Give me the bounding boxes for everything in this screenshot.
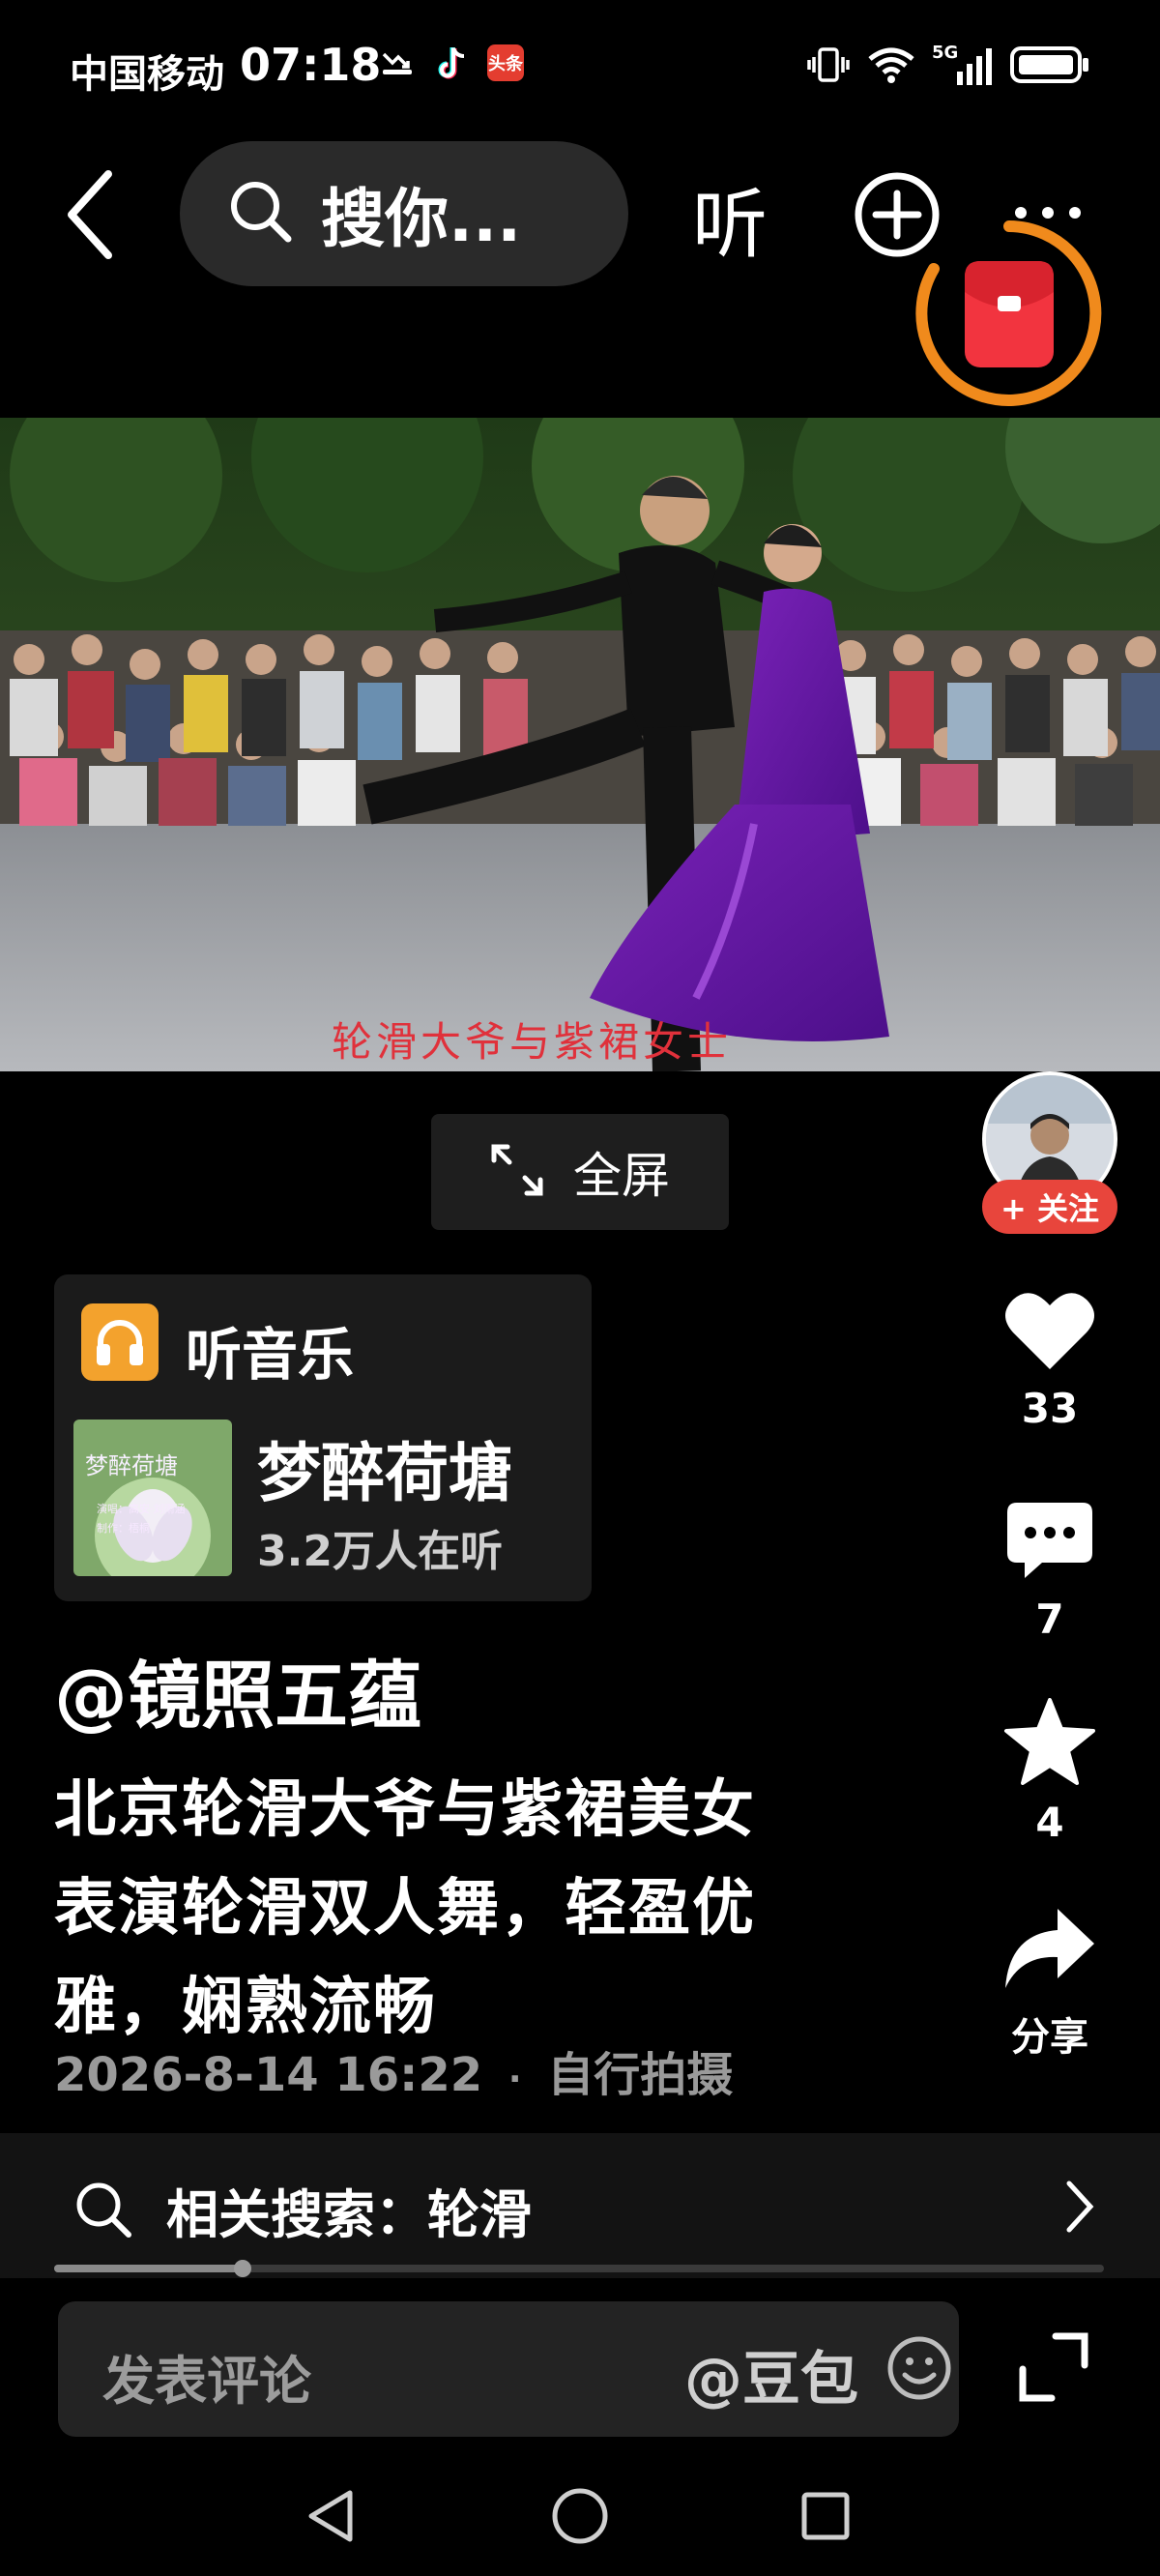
- wifi-icon: [866, 45, 916, 88]
- listener-count: 3.2万人在听: [257, 1527, 503, 1576]
- search-icon: [228, 179, 294, 249]
- nav-home-button[interactable]: [549, 2485, 611, 2547]
- related-search-text: 相关搜索：轮滑: [166, 2184, 532, 2245]
- progress-fill: [54, 2265, 244, 2272]
- missed-call-icon: [379, 44, 416, 81]
- status-bar: 中国移动 07:18 头条 5G: [0, 0, 1160, 135]
- search-placeholder: 搜你...: [321, 182, 522, 256]
- post-source: 自行拍摄: [547, 2048, 734, 2102]
- fullscreen-icon: [490, 1143, 544, 1201]
- comment-placeholder: 发表评论: [102, 2351, 311, 2412]
- description-line-2: 表演轮滑双人舞，轻盈优: [54, 1873, 756, 1945]
- headphones-icon: [81, 1303, 159, 1381]
- video-progress-bar[interactable]: [54, 2260, 1104, 2277]
- emoji-button[interactable]: [885, 2334, 953, 2402]
- chevron-left-icon: [68, 170, 112, 259]
- smiley-icon: [887, 2336, 951, 2400]
- share-label: 分享: [1011, 2015, 1088, 2060]
- clock: 07:18: [240, 39, 382, 91]
- fullscreen-label: 全屏: [573, 1148, 670, 1204]
- share-arrow-icon: [1005, 1909, 1094, 1988]
- triangle-back-icon: [308, 2490, 353, 2542]
- square-recents-icon: [801, 2492, 850, 2540]
- carrier-label: 中国移动: [70, 52, 224, 97]
- comment-bubble-icon: [1007, 1503, 1092, 1578]
- listen-button[interactable]: 听: [692, 164, 768, 273]
- album-cover-singer: 演唱：高安·刘雨涵: [97, 1503, 186, 1515]
- album-cover-title: 梦醉荷塘: [85, 1452, 178, 1479]
- nav-back-button[interactable]: [302, 2485, 363, 2547]
- battery-icon: [1009, 44, 1090, 89]
- song-title: 梦醉荷塘: [257, 1436, 512, 1510]
- nav-recents-button[interactable]: [795, 2485, 856, 2547]
- video-player[interactable]: 轮滑大爷与紫裙女士: [0, 418, 1160, 1071]
- meta-separator: ·: [508, 2060, 522, 2099]
- description-line-1: 北京轮滑大爷与紫裙美女: [54, 1774, 756, 1846]
- red-packet-button[interactable]: [914, 219, 1104, 408]
- comment-input[interactable]: 发表评论 @豆包: [58, 2301, 959, 2437]
- post-meta: 2026-8-14 16:22 · 自行拍摄: [54, 2036, 733, 2104]
- tiktok-icon: [433, 44, 470, 81]
- description-line-3: 雅，娴熟流畅: [54, 1972, 437, 2043]
- signal-icon: 5G: [932, 43, 994, 87]
- related-search-bar[interactable]: 相关搜索：轮滑: [0, 2133, 1160, 2278]
- favorite-count: 4: [1035, 1799, 1064, 1846]
- system-nav-bar: [0, 2456, 1160, 2576]
- fullscreen-button[interactable]: 全屏: [431, 1114, 729, 1230]
- post-timestamp: 2026-8-14 16:22: [54, 2048, 483, 2102]
- search-bar[interactable]: 搜你...: [180, 141, 628, 286]
- red-packet-icon: [915, 220, 1102, 406]
- chevron-right-icon: [1063, 2180, 1096, 2238]
- like-count: 33: [1021, 1385, 1079, 1432]
- comment-count: 7: [1035, 1595, 1064, 1643]
- music-card[interactable]: 听音乐 梦醉荷塘 演唱：高安·刘雨涵 制作：梧桐 梦醉荷塘 3.2万人在听: [54, 1274, 592, 1601]
- mention-doubao-button[interactable]: @豆包: [684, 2332, 858, 2416]
- notification-icons: 头条: [379, 44, 524, 81]
- author-handle[interactable]: @镜照五蕴: [54, 1636, 421, 1742]
- album-cover-producer: 制作：梧桐: [97, 1522, 150, 1535]
- star-icon: [1004, 1698, 1095, 1785]
- album-cover: 梦醉荷塘 演唱：高安·刘雨涵 制作：梧桐: [73, 1420, 232, 1576]
- follow-button[interactable]: + 关注: [982, 1180, 1117, 1234]
- favorite-action[interactable]: 4: [996, 1698, 1104, 1846]
- back-button[interactable]: [58, 166, 126, 263]
- comment-action[interactable]: 7: [996, 1499, 1104, 1643]
- toutiao-icon: 头条: [487, 44, 524, 81]
- video-caption: 轮滑大爷与紫裙女士: [331, 1018, 732, 1066]
- share-action[interactable]: 分享: [996, 1905, 1104, 2062]
- music-header: 听音乐: [186, 1322, 355, 1388]
- expand-icon: [1019, 2332, 1088, 2402]
- heart-icon: [1005, 1293, 1094, 1369]
- like-action[interactable]: 33: [996, 1288, 1104, 1432]
- system-icons: 5G: [806, 43, 1090, 89]
- vibrate-icon: [806, 45, 851, 88]
- expand-button[interactable]: [1017, 2330, 1090, 2404]
- circle-home-icon: [552, 2488, 608, 2544]
- search-icon: [73, 2180, 133, 2243]
- video-frame: [0, 418, 1160, 1071]
